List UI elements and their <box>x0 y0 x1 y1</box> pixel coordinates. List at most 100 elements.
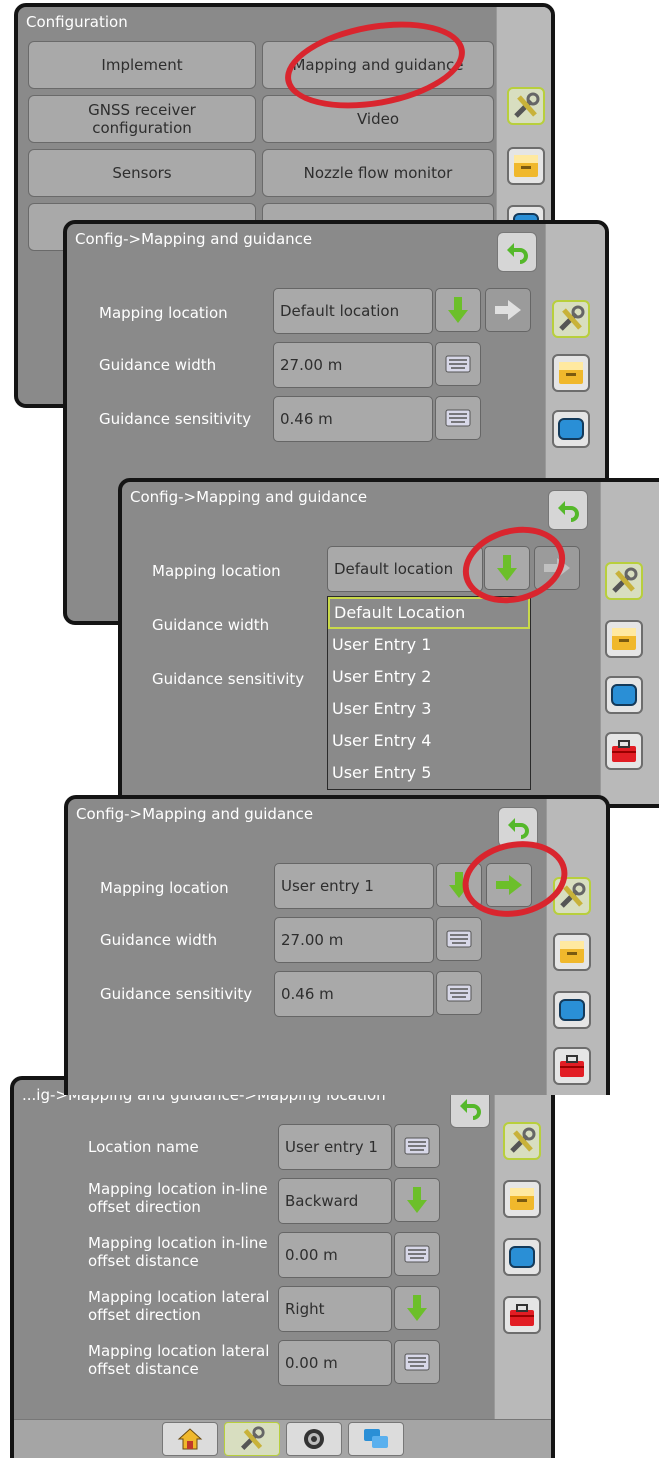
guidance-width-label: Guidance width <box>152 616 270 634</box>
mapping-location-label: Mapping location <box>99 304 228 322</box>
guidance-width-field[interactable]: 27.00 m <box>273 342 433 388</box>
guidance-sensitivity-keyboard-button[interactable] <box>436 971 482 1015</box>
inline-offset-distance-label: Mapping location in-line offset distance <box>88 1234 268 1270</box>
dropdown-option[interactable]: User Entry 2 <box>328 661 530 693</box>
screen-icon <box>558 418 584 440</box>
dropdown-option[interactable]: User Entry 4 <box>328 725 530 757</box>
guidance-sensitivity-field[interactable]: 0.46 m <box>274 971 434 1017</box>
sensors-button[interactable]: Sensors <box>28 149 256 197</box>
sidebar-screen-button[interactable] <box>553 991 591 1029</box>
location-name-label: Location name <box>88 1138 199 1156</box>
mapping-location-dropdown-list: Default Location User Entry 1 User Entry… <box>327 596 531 790</box>
tools-icon <box>510 1127 536 1153</box>
inline-offset-direction-field[interactable]: Backward <box>278 1178 392 1224</box>
folder-icon <box>514 155 538 177</box>
page-title: Config->Mapping and guidance <box>75 230 313 248</box>
nozzle-flow-monitor-button[interactable]: Nozzle flow monitor <box>262 149 494 197</box>
home-icon <box>177 1428 203 1450</box>
lateral-offset-distance-keyboard-button[interactable] <box>394 1340 440 1384</box>
inline-offset-direction-dropdown-button[interactable] <box>394 1178 440 1222</box>
sidebar-folder-button[interactable] <box>507 147 545 185</box>
sidebar-toolbox-button[interactable] <box>503 1296 541 1334</box>
keyboard-icon <box>445 409 471 427</box>
sidebar-screen-button[interactable] <box>552 410 590 448</box>
tools-icon <box>612 567 638 593</box>
guidance-sensitivity-keyboard-button[interactable] <box>435 396 481 440</box>
sidebar-tools-button[interactable] <box>503 1122 541 1160</box>
implement-button[interactable]: Implement <box>28 41 256 89</box>
mapping-location-field[interactable]: Default location <box>273 288 433 334</box>
lateral-offset-direction-field[interactable]: Right <box>278 1286 392 1332</box>
lateral-offset-direction-label: Mapping location lateral offset directio… <box>88 1288 270 1324</box>
page-title: Config->Mapping and guidance <box>76 805 314 823</box>
location-name-keyboard-button[interactable] <box>394 1124 440 1168</box>
sidebar-tools-button[interactable] <box>605 562 643 600</box>
guidance-width-keyboard-button[interactable] <box>435 342 481 386</box>
mapping-location-field[interactable]: Default location <box>327 546 483 592</box>
dropdown-option[interactable]: User Entry 5 <box>328 757 530 789</box>
right-arrow-icon <box>495 300 521 320</box>
sidebar-folder-button[interactable] <box>553 933 591 971</box>
sidebar-screen-button[interactable] <box>605 676 643 714</box>
keyboard-icon <box>446 984 472 1002</box>
data-nav-button[interactable] <box>348 1422 404 1456</box>
sidebar-tools-button[interactable] <box>507 87 545 125</box>
tools-nav-button[interactable] <box>224 1422 280 1456</box>
back-arrow-icon <box>508 818 529 839</box>
sidebar <box>600 482 659 804</box>
back-arrow-icon <box>460 1099 481 1120</box>
keyboard-icon <box>404 1353 430 1371</box>
page-title: Config->Mapping and guidance <box>130 488 368 506</box>
sidebar <box>494 1080 551 1420</box>
guidance-width-keyboard-button[interactable] <box>436 917 482 961</box>
mapping-location-field[interactable]: User entry 1 <box>274 863 434 909</box>
toolbox-icon <box>560 1055 584 1077</box>
sidebar-folder-button[interactable] <box>503 1180 541 1218</box>
keyboard-icon <box>445 355 471 373</box>
mapping-location-label: Mapping location <box>152 562 281 580</box>
back-arrow-icon <box>507 243 528 264</box>
down-arrow-icon <box>407 1187 427 1213</box>
dropdown-panel: Config->Mapping and guidance Mapping loc… <box>118 478 659 808</box>
mapping-location-next-button[interactable] <box>485 288 531 332</box>
keyboard-icon <box>404 1245 430 1263</box>
guidance-width-label: Guidance width <box>99 356 217 374</box>
camera-icon <box>304 1429 324 1449</box>
down-arrow-icon <box>407 1295 427 1321</box>
sidebar <box>546 799 606 1095</box>
mapping-location-panel: ...ig->Mapping and guidance->Mapping loc… <box>10 1076 555 1458</box>
back-button[interactable] <box>497 232 537 272</box>
dropdown-option[interactable]: User Entry 1 <box>328 629 530 661</box>
sidebar-screen-button[interactable] <box>503 1238 541 1276</box>
sidebar-folder-button[interactable] <box>552 354 590 392</box>
toolbox-icon <box>510 1304 534 1326</box>
camera-nav-button[interactable] <box>286 1422 342 1456</box>
inline-offset-distance-keyboard-button[interactable] <box>394 1232 440 1276</box>
inline-offset-direction-label: Mapping location in-line offset directio… <box>88 1180 268 1216</box>
tools-icon <box>559 305 585 331</box>
screen-icon <box>509 1246 535 1268</box>
guidance-sensitivity-label: Guidance sensitivity <box>100 985 253 1003</box>
folder-icon <box>559 362 583 384</box>
lateral-offset-distance-field[interactable]: 0.00 m <box>278 1340 392 1386</box>
lateral-offset-distance-label: Mapping location lateral offset distance <box>88 1342 270 1378</box>
down-arrow-icon <box>448 297 468 323</box>
location-name-field[interactable]: User entry 1 <box>278 1124 392 1170</box>
back-button[interactable] <box>548 490 588 530</box>
gnss-receiver-button[interactable]: GNSS receiver configuration <box>28 95 256 143</box>
mapping-location-label: Mapping location <box>100 879 229 897</box>
mapping-location-dropdown-button[interactable] <box>435 288 481 332</box>
guidance-width-field[interactable]: 27.00 m <box>274 917 434 963</box>
sidebar-tools-button[interactable] <box>552 300 590 338</box>
sidebar-toolbox-button[interactable] <box>605 732 643 770</box>
lateral-offset-direction-dropdown-button[interactable] <box>394 1286 440 1330</box>
bottom-nav-bar <box>14 1419 551 1458</box>
home-button[interactable] <box>162 1422 218 1456</box>
guidance-sensitivity-field[interactable]: 0.46 m <box>273 396 433 442</box>
sidebar-toolbox-button[interactable] <box>553 1047 591 1085</box>
folder-icon <box>510 1188 534 1210</box>
inline-offset-distance-field[interactable]: 0.00 m <box>278 1232 392 1278</box>
dropdown-option[interactable]: User Entry 3 <box>328 693 530 725</box>
sidebar-folder-button[interactable] <box>605 620 643 658</box>
page-title: Configuration <box>26 13 128 31</box>
